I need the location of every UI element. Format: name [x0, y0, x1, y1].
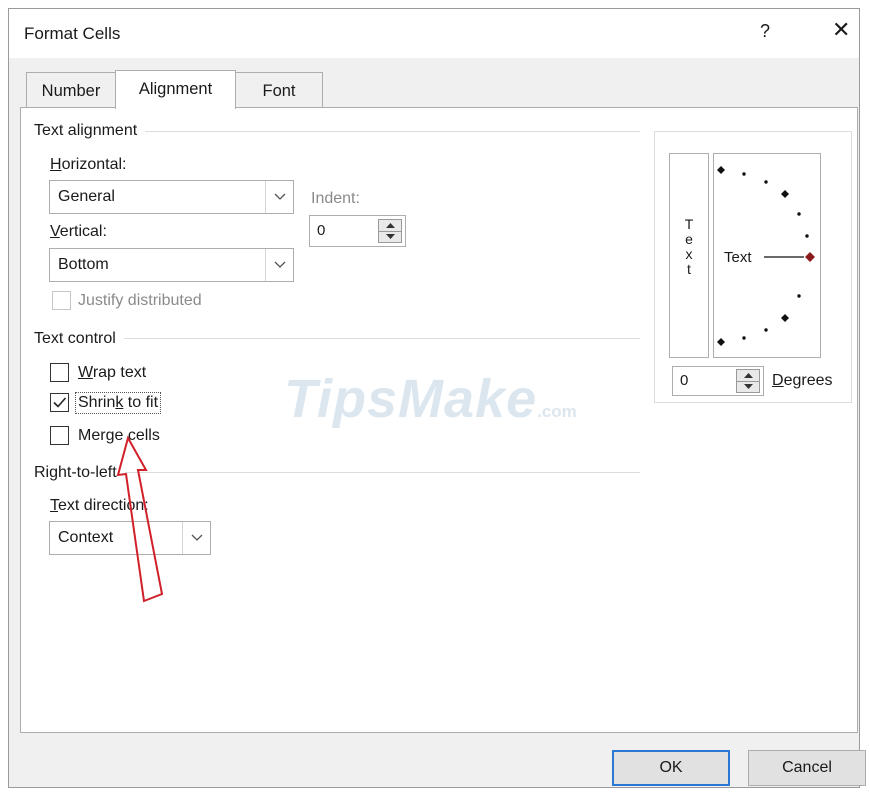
- tab-alignment[interactable]: Alignment: [115, 70, 236, 109]
- ok-button[interactable]: OK: [612, 750, 730, 786]
- cancel-button[interactable]: Cancel: [748, 750, 866, 786]
- annotation-arrow-icon: [116, 435, 164, 603]
